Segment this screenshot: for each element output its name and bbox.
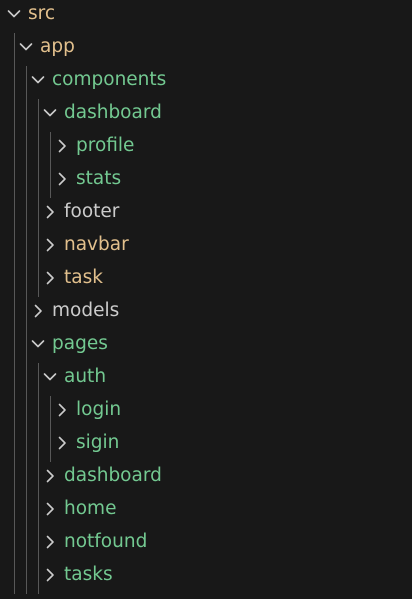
- tree-item-models[interactable]: models: [0, 294, 412, 327]
- tree-item-profile[interactable]: profile: [0, 129, 412, 162]
- chevron-down-icon[interactable]: [40, 367, 60, 387]
- tree-item-label: src: [28, 3, 56, 24]
- tree-item-app[interactable]: app: [0, 30, 412, 63]
- chevron-down-icon[interactable]: [4, 4, 24, 24]
- tree-item-src[interactable]: src: [0, 0, 412, 30]
- chevron-right-icon[interactable]: [52, 136, 72, 156]
- tree-item-login[interactable]: login: [0, 393, 412, 426]
- tree-item-dashboard[interactable]: dashboard: [0, 96, 412, 129]
- tree-item-auth[interactable]: auth: [0, 360, 412, 393]
- tree-item-label: models: [52, 300, 120, 321]
- tree-item-label: auth: [64, 366, 107, 387]
- chevron-right-icon[interactable]: [52, 169, 72, 189]
- chevron-down-icon[interactable]: [16, 37, 36, 57]
- tree-item-label: footer: [64, 201, 120, 222]
- chevron-right-icon[interactable]: [52, 400, 72, 420]
- tree-item-label: dashboard: [64, 465, 162, 486]
- tree-item-label: navbar: [64, 234, 129, 255]
- chevron-right-icon[interactable]: [40, 268, 60, 288]
- tree-item-components[interactable]: components: [0, 63, 412, 96]
- tree-item-sigin[interactable]: sigin: [0, 426, 412, 459]
- tree-item-label: app: [40, 36, 75, 57]
- chevron-right-icon[interactable]: [52, 433, 72, 453]
- tree-item-tasks[interactable]: tasks: [0, 558, 412, 591]
- tree-item-label: pages: [52, 333, 108, 354]
- chevron-right-icon[interactable]: [40, 532, 60, 552]
- tree-item-label: login: [76, 399, 122, 420]
- tree-item-stats[interactable]: stats: [0, 162, 412, 195]
- tree-item-label: dashboard: [64, 102, 162, 123]
- tree-item-dashboard[interactable]: dashboard: [0, 459, 412, 492]
- chevron-right-icon[interactable]: [40, 202, 60, 222]
- tree-item-task[interactable]: task: [0, 261, 412, 294]
- tree-item-label: sigin: [76, 432, 120, 453]
- chevron-right-icon[interactable]: [40, 499, 60, 519]
- tree-item-footer[interactable]: footer: [0, 195, 412, 228]
- tree-item-notfound[interactable]: notfound: [0, 525, 412, 558]
- chevron-down-icon[interactable]: [28, 334, 48, 354]
- tree-item-label: components: [52, 69, 167, 90]
- chevron-down-icon[interactable]: [28, 70, 48, 90]
- explorer-tree: src app components dashboard profile stats foo…: [0, 0, 412, 599]
- tree-item-label: stats: [76, 168, 122, 189]
- tree-item-home[interactable]: home: [0, 492, 412, 525]
- chevron-right-icon[interactable]: [40, 466, 60, 486]
- chevron-right-icon[interactable]: [40, 235, 60, 255]
- tree-item-label: task: [64, 267, 103, 288]
- tree-item-navbar[interactable]: navbar: [0, 228, 412, 261]
- tree-item-pages[interactable]: pages: [0, 327, 412, 360]
- chevron-right-icon[interactable]: [28, 301, 48, 321]
- tree-item-label: home: [64, 498, 117, 519]
- tree-item-label: notfound: [64, 531, 148, 552]
- tree-item-label: profile: [76, 135, 135, 156]
- tree-item-label: tasks: [64, 564, 113, 585]
- chevron-right-icon[interactable]: [40, 565, 60, 585]
- chevron-down-icon[interactable]: [40, 103, 60, 123]
